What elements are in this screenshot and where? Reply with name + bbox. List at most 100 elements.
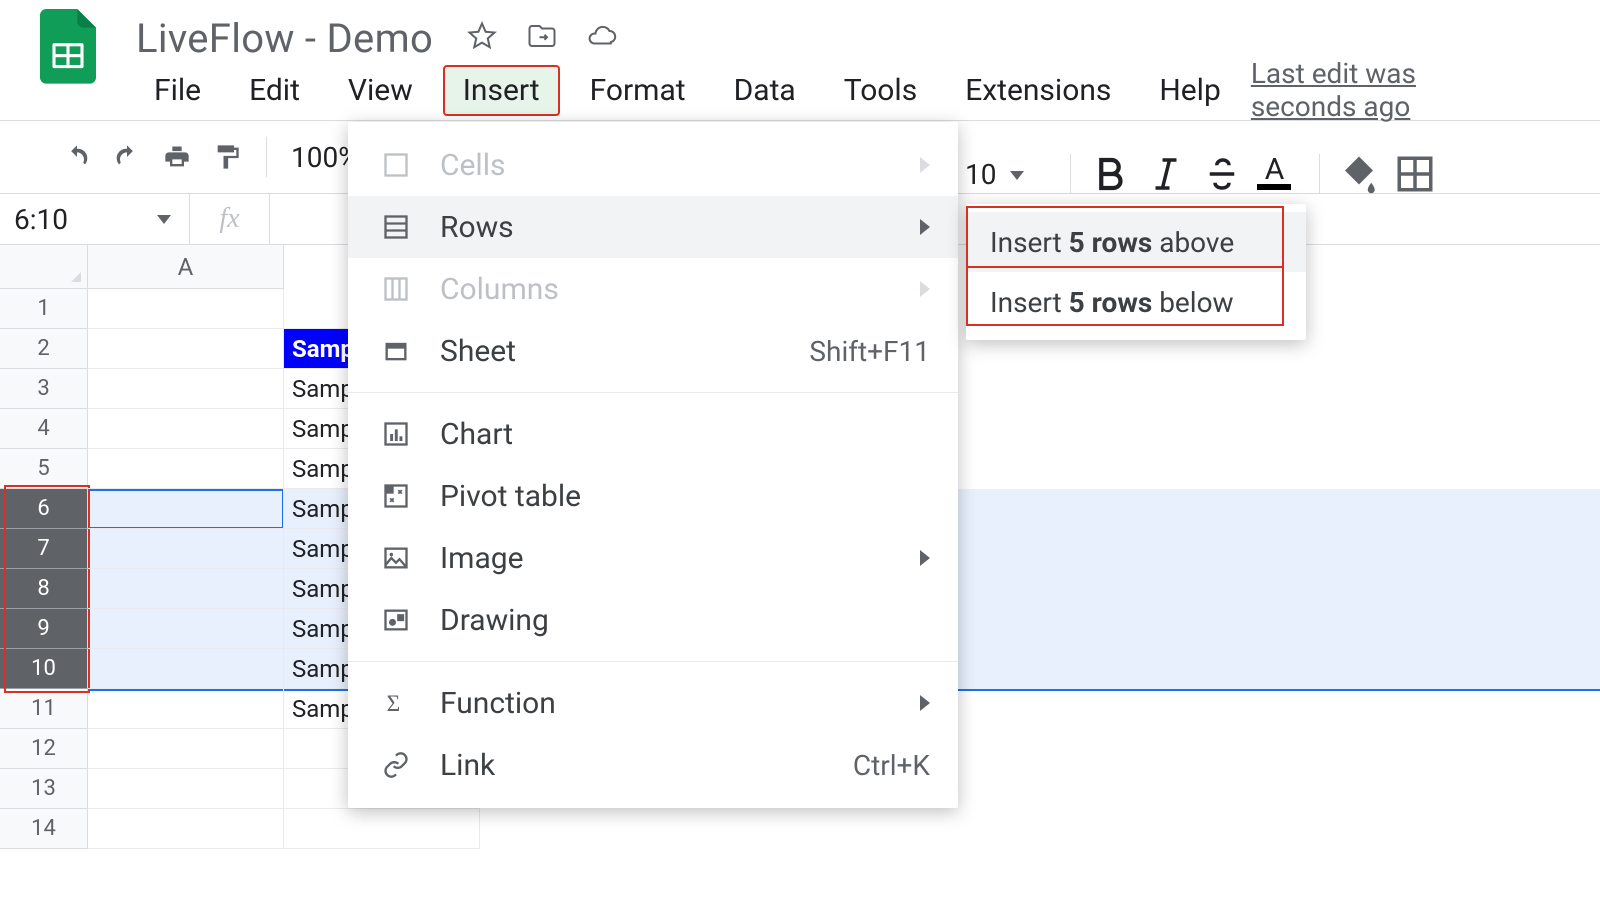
redo-button[interactable] [106,136,148,178]
insert-pivot-table[interactable]: Pivot table [348,465,958,527]
cell[interactable] [88,569,284,609]
insert-rows-above[interactable]: Insert 5 rows above [966,212,1306,272]
menu-extensions[interactable]: Extensions [947,67,1129,114]
row-header[interactable]: 14 [0,809,88,849]
menu-help[interactable]: Help [1141,67,1238,114]
font-size[interactable]: 10 [965,158,996,191]
insert-columns-label: Columns [440,272,559,307]
menu-divider [348,661,958,662]
rows-icon [376,213,416,241]
row-header[interactable]: 13 [0,769,88,809]
cell[interactable] [88,689,284,729]
chart-icon [376,420,416,448]
link-icon [376,751,416,779]
row-header[interactable]: 3 [0,369,88,409]
print-button[interactable] [156,136,198,178]
sheet-icon [376,337,416,365]
document-title[interactable]: LiveFlow - Demo [136,15,433,62]
insert-pivot-label: Pivot table [440,479,581,514]
insert-sheet[interactable]: Sheet Shift+F11 [348,320,958,382]
column-header[interactable]: A [88,245,284,289]
name-box-dropdown-icon[interactable] [157,215,171,224]
row-header[interactable]: 7 [0,529,88,569]
fx-icon: fx [190,194,270,244]
insert-function[interactable]: Σ Function [348,672,958,734]
submenu-highlight-divider [968,266,1282,268]
chevron-right-icon [920,219,930,235]
function-icon: Σ [376,689,416,717]
image-icon [376,544,416,572]
row-header[interactable]: 11 [0,689,88,729]
select-all-corner[interactable] [0,245,88,289]
cell[interactable] [88,609,284,649]
menu-file[interactable]: File [136,67,219,114]
pivot-icon [376,482,416,510]
insert-columns: Columns [348,258,958,320]
cell[interactable] [88,369,284,409]
insert-rows[interactable]: Rows [348,196,958,258]
star-icon[interactable] [467,21,497,55]
menu-insert[interactable]: Insert [443,65,560,116]
cloud-icon[interactable] [587,21,617,55]
columns-icon [376,275,416,303]
insert-sheet-shortcut: Shift+F11 [809,335,930,368]
cell[interactable] [284,809,480,849]
insert-rows-submenu: Insert 5 rows above Insert 5 rows below [966,204,1306,340]
row-header[interactable]: 12 [0,729,88,769]
cell[interactable] [88,489,284,529]
paint-format-button[interactable] [206,136,248,178]
row-header[interactable]: 6 [0,489,88,529]
italic-button[interactable] [1145,153,1187,195]
menu-view[interactable]: View [330,67,431,114]
insert-drawing[interactable]: Drawing [348,589,958,651]
insert-chart[interactable]: Chart [348,403,958,465]
row-header[interactable]: 8 [0,569,88,609]
insert-cells: Cells [348,134,958,196]
insert-rows-below[interactable]: Insert 5 rows below [966,272,1306,332]
name-box[interactable]: 6:10 [0,194,190,244]
text-color-button[interactable]: A [1257,158,1291,190]
insert-cells-label: Cells [440,148,506,183]
cell[interactable] [88,769,284,809]
cell[interactable] [88,649,284,689]
last-edit-link[interactable]: Last edit was seconds ago [1251,57,1420,123]
strikethrough-button[interactable] [1201,153,1243,195]
font-size-dropdown-icon[interactable] [1010,171,1024,180]
insert-sheet-label: Sheet [440,334,516,369]
row-header[interactable]: 5 [0,449,88,489]
menu-data[interactable]: Data [716,67,814,114]
cell[interactable] [88,329,284,369]
cell[interactable] [88,529,284,569]
menu-tools[interactable]: Tools [826,67,935,114]
cell[interactable] [88,409,284,449]
fill-color-button[interactable] [1338,153,1380,195]
row-header[interactable]: 2 [0,329,88,369]
name-box-value: 6:10 [14,203,68,236]
insert-function-label: Function [440,686,556,721]
row-header[interactable]: 1 [0,289,88,329]
insert-link[interactable]: Link Ctrl+K [348,734,958,796]
insert-image[interactable]: Image [348,527,958,589]
cell[interactable] [88,289,284,329]
menu-format[interactable]: Format [572,67,704,114]
row-header[interactable]: 10 [0,649,88,689]
insert-menu-dropdown: Cells Rows Columns Sheet Shift+F11 Chart… [348,122,958,808]
insert-link-label: Link [440,748,495,783]
bold-button[interactable] [1089,153,1131,195]
row-header[interactable]: 9 [0,609,88,649]
row-header[interactable]: 4 [0,409,88,449]
sheets-logo [40,9,96,79]
undo-button[interactable] [56,136,98,178]
cell[interactable] [88,809,284,849]
chevron-right-icon [920,281,930,297]
insert-chart-label: Chart [440,417,513,452]
move-icon[interactable] [527,21,557,55]
chevron-right-icon [920,157,930,173]
svg-text:Σ: Σ [387,691,401,717]
borders-button[interactable] [1394,153,1436,195]
menu-edit[interactable]: Edit [231,67,318,114]
drawing-icon [376,606,416,634]
menubar: File Edit View Insert Format Data Tools … [0,60,1600,120]
cell[interactable] [88,729,284,769]
cell[interactable] [88,449,284,489]
